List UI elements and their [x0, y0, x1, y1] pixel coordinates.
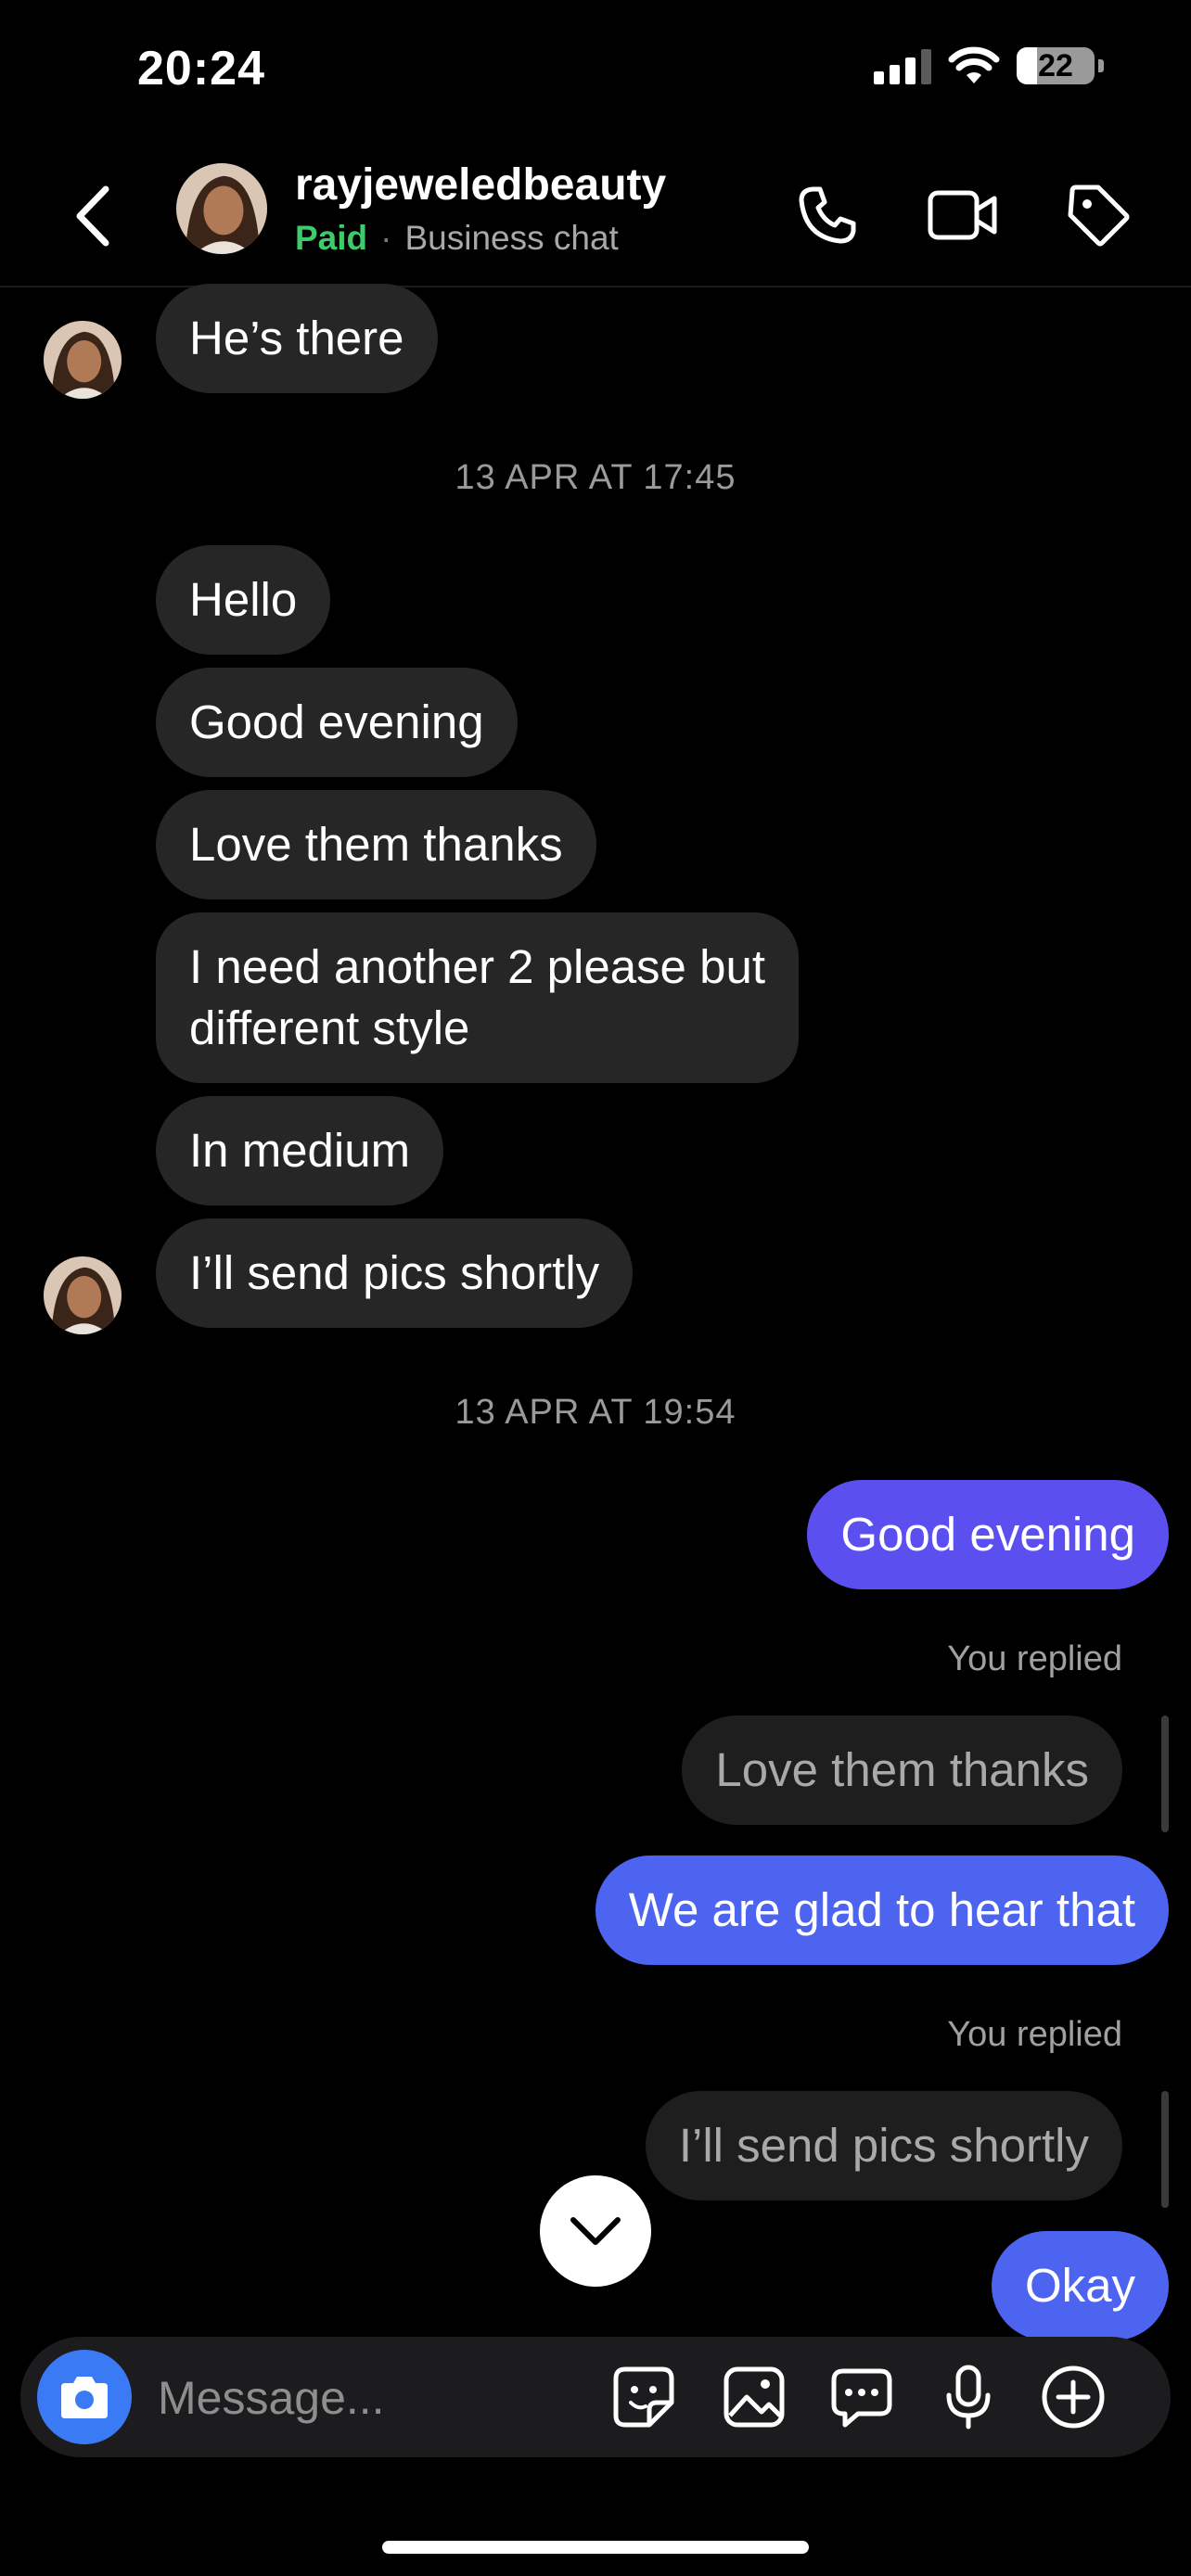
battery-level: 22: [1038, 47, 1073, 83]
tag-icon: [1068, 185, 1130, 247]
quoted-message[interactable]: I’ll send pics shortly: [645, 2091, 1122, 2200]
more-options-button[interactable]: [1036, 2360, 1110, 2434]
received-message[interactable]: In medium: [156, 1096, 444, 1205]
sender-avatar[interactable]: [44, 321, 122, 399]
timestamp: 13 APR AT 17:45: [455, 458, 736, 497]
message-line: I need another 2 please but: [189, 940, 765, 993]
sent-message[interactable]: We are glad to hear that: [595, 1855, 1169, 1965]
plus-icon: [1042, 2366, 1105, 2429]
contact-avatar[interactable]: [176, 163, 267, 254]
gallery-button[interactable]: [717, 2360, 791, 2434]
microphone-icon: [946, 2365, 991, 2429]
battery-icon: 22: [1017, 47, 1095, 84]
back-button[interactable]: [72, 174, 128, 258]
message-input[interactable]: [156, 2363, 605, 2433]
contact-name[interactable]: rayjeweledbeauty: [295, 159, 666, 210]
business-chat-label: Business chat: [404, 219, 619, 257]
you-replied-label: You replied: [947, 2015, 1122, 2054]
received-message[interactable]: He’s there: [156, 284, 438, 393]
message-line: different style: [189, 1001, 470, 1054]
label-button[interactable]: [1061, 178, 1135, 252]
video-call-button[interactable]: [926, 178, 1000, 252]
timestamp: 13 APR AT 19:54: [455, 1393, 736, 1432]
video-camera-icon: [928, 190, 997, 240]
received-message[interactable]: Good evening: [156, 668, 518, 777]
subtitle-separator: ·: [380, 219, 392, 257]
contact-subtitle: Paid · Business chat: [295, 219, 619, 258]
home-indicator[interactable]: [382, 2541, 809, 2554]
quick-replies-button[interactable]: [825, 2360, 899, 2434]
voice-message-button[interactable]: [931, 2360, 1005, 2434]
sent-message[interactable]: Okay: [991, 2231, 1169, 2340]
call-button[interactable]: [790, 178, 864, 252]
quoted-message[interactable]: Love them thanks: [682, 1715, 1122, 1825]
reply-indicator-bar: [1161, 2091, 1169, 2208]
camera-icon: [61, 2377, 108, 2418]
gallery-icon: [724, 2366, 785, 2428]
status-icons: 22: [874, 46, 1104, 85]
reply-indicator-bar: [1161, 1715, 1169, 1832]
sender-avatar[interactable]: [44, 1256, 122, 1334]
scroll-to-bottom-button[interactable]: [540, 2175, 651, 2287]
received-message[interactable]: I need another 2 please but different st…: [156, 912, 799, 1083]
received-message[interactable]: Hello: [156, 545, 331, 655]
chevron-down-icon: [570, 2217, 621, 2245]
received-message[interactable]: I’ll send pics shortly: [156, 1218, 634, 1328]
sent-message[interactable]: Good evening: [807, 1480, 1169, 1589]
sticker-button[interactable]: [607, 2360, 681, 2434]
chat-header: rayjeweledbeauty Paid · Business chat: [0, 148, 1191, 287]
wifi-icon: [948, 46, 1000, 83]
message-composer: [20, 2337, 1171, 2457]
camera-button[interactable]: [37, 2350, 132, 2444]
sticker-icon: [613, 2366, 674, 2428]
you-replied-label: You replied: [947, 1639, 1122, 1678]
phone-icon: [799, 186, 856, 244]
status-time: 20:24: [137, 42, 265, 96]
cellular-signal-icon: [874, 47, 931, 84]
chat-bubble-icon: [831, 2368, 892, 2428]
received-message[interactable]: Love them thanks: [156, 790, 596, 899]
back-chevron-icon: [76, 185, 109, 247]
paid-label: Paid: [295, 219, 368, 257]
